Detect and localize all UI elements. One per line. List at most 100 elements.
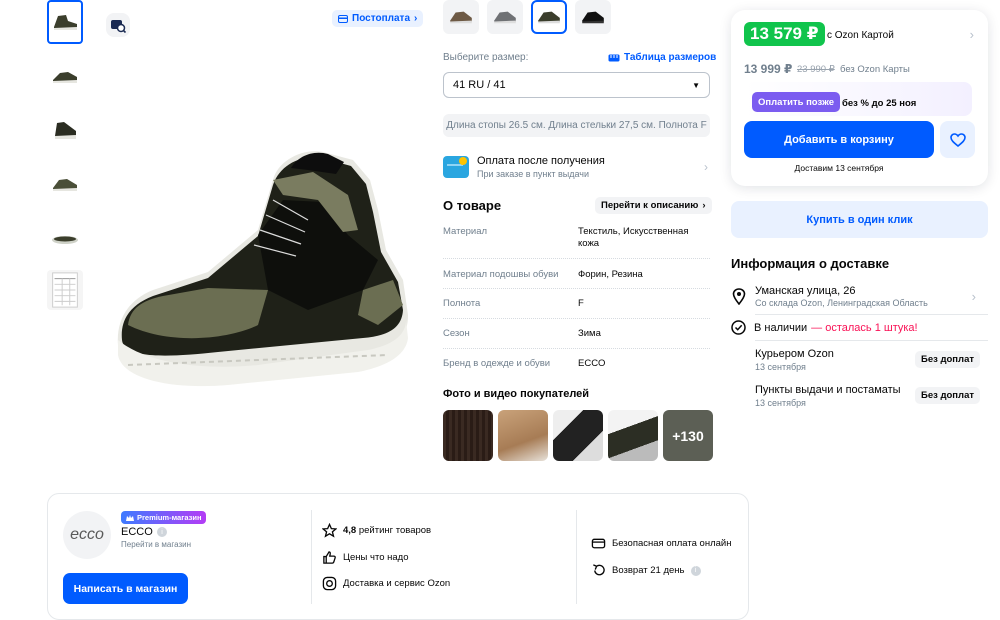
seller-name[interactable]: ECCO xyxy=(121,526,153,538)
no-ozon-card-label: без Ozon Карты xyxy=(840,64,910,75)
spec-row: Материал подошвы обуви Форин, Резина xyxy=(443,269,710,281)
buy-one-click-button[interactable]: Купить в один клик xyxy=(731,201,988,238)
location-pin-icon xyxy=(732,288,746,305)
size-select[interactable]: 41 RU / 41 ▼ xyxy=(443,72,710,98)
favorite-button[interactable] xyxy=(940,121,975,158)
premium-badge: Premium-магазин xyxy=(121,511,207,524)
feature-prices: Цены что надо xyxy=(322,550,409,565)
spec-value: F xyxy=(578,298,584,309)
shoe-variant-icon xyxy=(582,11,604,24)
feature-safe-payment-label: Безопасная оплата онлайн xyxy=(612,538,732,549)
feature-prices-label: Цены что надо xyxy=(343,552,409,563)
product-main-image[interactable] xyxy=(108,140,408,390)
customer-photo[interactable] xyxy=(553,410,603,461)
divider xyxy=(443,258,710,259)
ruler-icon xyxy=(608,54,620,61)
ozon-card-label: с Ozon Картой xyxy=(827,30,894,41)
heart-icon xyxy=(949,132,966,147)
spec-row: Полнота F xyxy=(443,298,710,310)
delivery-address[interactable]: Уманская улица, 26 Со склада Ozon, Ленин… xyxy=(731,283,988,313)
customer-photo[interactable] xyxy=(498,410,548,461)
seller-logo-text: ecco xyxy=(70,526,104,543)
thumbnail-4[interactable] xyxy=(47,162,83,206)
divider xyxy=(755,340,988,341)
payment-after-title: Оплата после получения xyxy=(477,155,605,167)
seller-card: ecco Premium-магазин ECCO i Перейти в ма… xyxy=(47,493,749,620)
feature-return: Возврат 21 день i xyxy=(591,563,701,578)
customer-photo[interactable] xyxy=(608,410,658,461)
chevron-right-icon: › xyxy=(702,200,706,211)
divider xyxy=(576,510,577,604)
shoe-thumb-icon xyxy=(53,179,77,191)
stock-label: В наличии xyxy=(754,321,808,334)
return-icon xyxy=(593,564,605,576)
thumbnail-3[interactable] xyxy=(47,108,83,152)
shoe-thumb-icon xyxy=(54,15,77,30)
thumbnail-1[interactable] xyxy=(47,0,83,44)
variant-olive[interactable] xyxy=(531,0,567,34)
feature-ozon-service: Доставка и сервис Ozon xyxy=(322,576,450,591)
seller-logo[interactable]: ecco xyxy=(63,511,111,559)
photo-search-icon xyxy=(111,20,126,33)
write-to-store-button[interactable]: Написать в магазин xyxy=(63,573,188,604)
add-to-cart-button[interactable]: Добавить в корзину xyxy=(744,121,934,158)
chevron-right-icon: › xyxy=(704,160,708,174)
more-photos-count: +130 xyxy=(672,427,704,444)
thumbnail-2[interactable] xyxy=(47,54,83,98)
info-icon[interactable]: i xyxy=(157,527,167,537)
card-icon xyxy=(591,538,606,549)
caret-down-icon: ▼ xyxy=(692,80,700,90)
stock-warning: — осталась 1 штука! xyxy=(811,321,918,334)
size-table-link[interactable]: Таблица размеров xyxy=(608,52,716,63)
shoe-thumb-icon xyxy=(53,72,77,83)
payment-after-receipt[interactable]: Оплата после получения При заказе в пунк… xyxy=(443,152,710,182)
about-title: О товаре xyxy=(443,198,502,213)
postoplata-label: Постоплата xyxy=(352,13,411,24)
free-badge: Без доплат xyxy=(914,351,980,368)
customer-photo[interactable] xyxy=(443,410,493,461)
spec-row: Бренд в одежде и обуви ECCO xyxy=(443,358,710,370)
delivery-date: Доставим 13 сентября xyxy=(794,163,884,173)
crown-icon xyxy=(126,514,134,521)
shoe-variant-icon xyxy=(538,11,560,24)
spec-value: ECCO xyxy=(578,358,606,369)
info-icon[interactable]: i xyxy=(690,565,701,576)
pay-later-button[interactable]: Оплатить позже xyxy=(752,92,840,112)
spec-value: Текстиль, Искусственная кожа xyxy=(578,226,689,249)
divider xyxy=(443,348,710,349)
variant-brown[interactable] xyxy=(443,0,479,34)
delivery-option-pickup[interactable]: Пункты выдачи и постаматы 13 сентября Бе… xyxy=(755,384,988,408)
ozon-service-icon xyxy=(322,576,337,591)
pay-later-banner[interactable]: Оплатить позже без % до 25 ноя xyxy=(744,82,972,116)
spec-key: Полнота xyxy=(443,298,481,309)
size-note: Длина стопы 26.5 см. Длина стельки 27,5 … xyxy=(443,114,710,137)
spec-key: Бренд в одежде и обуви xyxy=(443,358,551,369)
thumbs-up-icon xyxy=(323,551,336,564)
thumbnail-list xyxy=(47,0,85,320)
divider xyxy=(443,318,710,319)
postoplata-badge[interactable]: Постоплата › xyxy=(332,10,424,27)
size-label: Выберите размер: xyxy=(443,52,529,63)
chevron-right-icon[interactable]: › xyxy=(970,27,974,42)
customer-photos-title: Фото и видео покупателей xyxy=(443,388,590,400)
thumbnail-6[interactable] xyxy=(47,270,83,310)
search-by-photo-button[interactable] xyxy=(106,13,130,37)
customer-photos-more[interactable]: +130 xyxy=(663,410,713,461)
regular-price: 13 999 ₽ xyxy=(744,62,793,76)
color-variants xyxy=(443,0,611,34)
shoe-sole-thumb-icon xyxy=(52,236,78,244)
divider xyxy=(755,314,988,315)
thumbnail-5[interactable] xyxy=(47,216,83,260)
spec-value: Форин, Резина xyxy=(578,269,643,280)
go-to-store-link[interactable]: Перейти в магазин xyxy=(121,540,191,549)
spec-value: Зима xyxy=(578,328,601,339)
delivery-option-courier[interactable]: Курьером Ozon 13 сентября Без доплат xyxy=(755,348,988,372)
to-description-button[interactable]: Перейти к описанию › xyxy=(595,197,712,214)
free-badge: Без доплат xyxy=(914,387,980,404)
payment-after-subtitle: При заказе в пункт выдачи xyxy=(477,169,590,179)
address-main: Уманская улица, 26 xyxy=(755,285,856,297)
variant-black[interactable] xyxy=(575,0,611,34)
pay-later-text: без % до 25 ноя xyxy=(842,98,917,109)
feature-ozon-service-label: Доставка и сервис Ozon xyxy=(343,578,451,589)
variant-grey[interactable] xyxy=(487,0,523,34)
